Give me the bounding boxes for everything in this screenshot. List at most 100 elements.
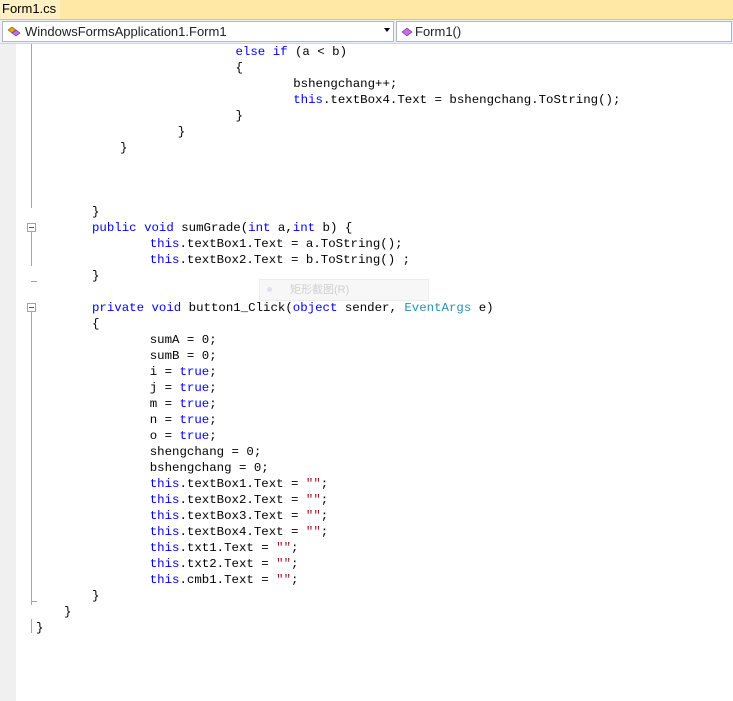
code-token: sender, (337, 301, 405, 315)
code-line: this.textBox1.Text = a.ToString(); (120, 236, 403, 252)
class-combo-value: WindowsFormsApplication1.Form1 (25, 24, 227, 39)
code-line: shengchang = 0; (120, 444, 262, 460)
member-combo[interactable]: Form1() (396, 21, 732, 42)
code-token: void (144, 221, 174, 235)
code-token: public (92, 221, 137, 235)
class-combo[interactable]: WindowsFormsApplication1.Form1 (2, 21, 394, 42)
code-token: this (149, 253, 180, 267)
dot-icon (267, 287, 272, 292)
code-token: } (64, 605, 72, 619)
code-token: j = (120, 381, 180, 395)
code-line: n = true; (120, 412, 217, 428)
code-token: this (149, 541, 180, 555)
code-token: int (248, 221, 271, 235)
code-token: private (92, 301, 145, 315)
code-token: .textBox3.Text = (179, 509, 306, 523)
code-token: ; (320, 525, 329, 539)
code-line: this.textBox3.Text = ""; (120, 508, 328, 524)
document-tab-bar: Form1.cs (0, 0, 733, 20)
code-line: } (92, 268, 99, 284)
outline-line (31, 44, 32, 208)
code-token: sumA = 0; (120, 333, 217, 347)
outline-line (31, 281, 37, 282)
code-token: this (149, 493, 180, 507)
screenshot-tooltip: 矩形截图(R) (259, 279, 429, 301)
code-token: true (179, 381, 210, 395)
document-tab-form1[interactable]: Form1.cs (0, 0, 61, 19)
collapse-icon[interactable] (27, 303, 36, 312)
code-token: } (176, 109, 243, 123)
code-token: .textBox4.Text = (179, 525, 306, 539)
code-token: ; (209, 397, 217, 411)
class-icon (7, 25, 21, 42)
code-token: this (149, 557, 180, 571)
code-token: ; (209, 381, 217, 395)
code-line: } (92, 204, 99, 220)
code-token: .txt1.Text = (179, 541, 277, 555)
code-line: bshengchang = 0; (120, 460, 269, 476)
code-token: .textBox2.Text = (179, 493, 306, 507)
code-token: { (92, 317, 100, 331)
outline-line (31, 619, 32, 633)
collapse-icon[interactable] (27, 223, 36, 232)
code-line: this.textBox2.Text = b.ToString() ; (120, 252, 410, 268)
code-token: i = (120, 365, 180, 379)
code-line: this.txt1.Text = ""; (120, 540, 299, 556)
code-token: ; (291, 541, 299, 555)
code-token: "" (305, 493, 321, 507)
code-token: object (292, 301, 338, 315)
code-token: { (176, 61, 243, 75)
code-token: this (149, 573, 180, 587)
code-token: true (179, 429, 210, 443)
code-line: else if (a < b) (176, 44, 348, 60)
code-token: this (149, 509, 180, 523)
indicator-margin (0, 44, 16, 701)
code-token: ; (320, 509, 329, 523)
code-token: this (149, 477, 180, 491)
code-token: } (92, 269, 100, 283)
code-line: this.textBox4.Text = ""; (120, 524, 328, 540)
code-line: this.cmb1.Text = ""; (120, 572, 299, 588)
code-line: { (92, 316, 99, 332)
code-token: "" (276, 573, 292, 587)
chevron-down-icon[interactable] (384, 28, 390, 32)
code-editor[interactable]: else if (a < b) { bshengchang++; this.te… (0, 44, 733, 701)
outline-line (31, 305, 32, 605)
code-token: n = (120, 413, 180, 427)
code-token: .textBox1.Text = a.ToString(); (179, 237, 403, 251)
code-line: public void sumGrade(int a,int b) { (92, 220, 352, 236)
code-token: this (293, 93, 323, 107)
code-line: } (64, 604, 71, 620)
code-token: b) { (315, 221, 353, 235)
code-token: "" (305, 477, 321, 491)
code-token: ; (291, 557, 299, 571)
code-token: this (149, 237, 180, 251)
code-token: a, (270, 221, 293, 235)
code-token: } (120, 141, 128, 155)
code-token: } (92, 589, 100, 603)
code-token: } (148, 125, 186, 139)
code-line: o = true; (120, 428, 217, 444)
code-token: "" (276, 541, 292, 555)
code-line: sumB = 0; (120, 348, 217, 364)
code-token: sumB = 0; (120, 349, 217, 363)
code-token: true (179, 365, 210, 379)
code-line: i = true; (120, 364, 217, 380)
code-token: ; (209, 429, 217, 443)
code-token: ; (291, 573, 299, 587)
navigation-bar: WindowsFormsApplication1.Form1 Form1() (0, 20, 733, 44)
code-token: bshengchang = 0; (120, 461, 269, 475)
code-line: } (120, 140, 127, 156)
code-token: sumGrade( (173, 221, 249, 235)
code-token: "" (276, 557, 292, 571)
code-token: button1_Click( (181, 301, 293, 315)
code-line: } (148, 124, 185, 140)
code-line: j = true; (120, 380, 217, 396)
